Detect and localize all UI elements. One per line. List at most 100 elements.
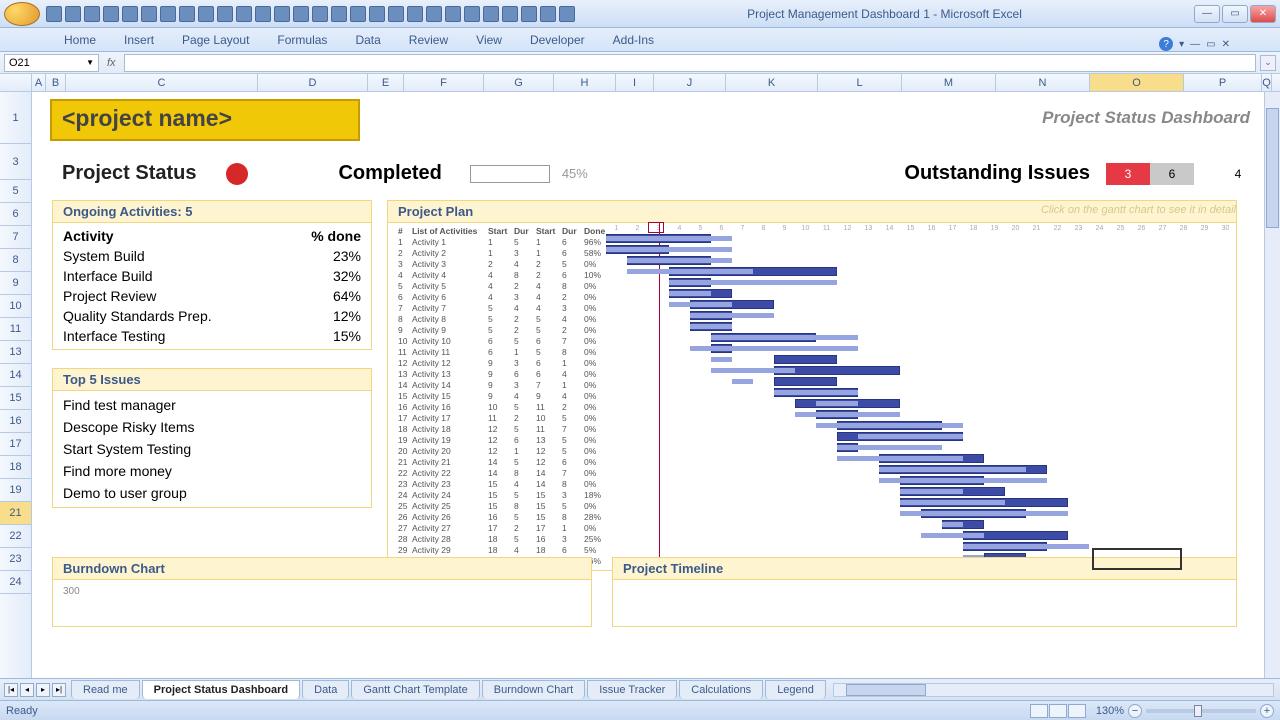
row-header-24[interactable]: 24 — [0, 571, 31, 594]
zoom-thumb[interactable] — [1194, 705, 1202, 717]
row-header-21[interactable]: 21 — [0, 502, 31, 525]
sheet-tab-issue-tracker[interactable]: Issue Tracker — [587, 680, 677, 699]
qat-icon[interactable] — [407, 6, 423, 22]
col-header-D[interactable]: D — [258, 74, 368, 91]
vscroll-thumb[interactable] — [1266, 108, 1279, 228]
qat-icon[interactable] — [122, 6, 138, 22]
row-header-6[interactable]: 6 — [0, 203, 31, 226]
horizontal-scrollbar[interactable] — [833, 683, 1274, 697]
col-header-H[interactable]: H — [554, 74, 616, 91]
ribbon-tab-formulas[interactable]: Formulas — [263, 29, 341, 51]
row-header-9[interactable]: 9 — [0, 272, 31, 295]
sheet-tab-legend[interactable]: Legend — [765, 680, 826, 699]
row-header-8[interactable]: 8 — [0, 249, 31, 272]
row-header-19[interactable]: 19 — [0, 479, 31, 502]
zoom-in-icon[interactable]: + — [1260, 704, 1274, 718]
ribbon-tab-add-ins[interactable]: Add-Ins — [599, 29, 668, 51]
col-header-G[interactable]: G — [484, 74, 554, 91]
row-header-22[interactable]: 22 — [0, 525, 31, 548]
tab-first-icon[interactable]: |◂ — [4, 683, 18, 697]
select-all-button[interactable] — [0, 74, 32, 91]
qat-icon[interactable] — [350, 6, 366, 22]
row-header-23[interactable]: 23 — [0, 548, 31, 571]
ribbon-tab-page-layout[interactable]: Page Layout — [168, 29, 263, 51]
ribbon-tab-insert[interactable]: Insert — [110, 29, 168, 51]
minimize-button[interactable]: — — [1194, 5, 1220, 23]
sheet-tab-gantt-chart-template[interactable]: Gantt Chart Template — [351, 680, 479, 699]
qat-icon[interactable] — [312, 6, 328, 22]
workbook-close-icon[interactable]: ✕ — [1222, 39, 1230, 50]
qat-icon[interactable] — [483, 6, 499, 22]
ribbon-tab-review[interactable]: Review — [395, 29, 462, 51]
project-plan-panel[interactable]: Project Plan # List of Activities Start … — [387, 200, 1237, 571]
col-header-I[interactable]: I — [616, 74, 654, 91]
tab-prev-icon[interactable]: ◂ — [20, 683, 34, 697]
qat-icon[interactable] — [198, 6, 214, 22]
maximize-button[interactable]: ▭ — [1222, 5, 1248, 23]
minimize-ribbon-icon[interactable]: ▾ — [1179, 39, 1184, 50]
normal-view-icon[interactable] — [1030, 704, 1048, 718]
col-header-E[interactable]: E — [368, 74, 404, 91]
qat-icon[interactable] — [141, 6, 157, 22]
qat-icon[interactable] — [274, 6, 290, 22]
sheet-tab-calculations[interactable]: Calculations — [679, 680, 763, 699]
expand-formula-bar-icon[interactable]: ⌄ — [1260, 55, 1276, 71]
ribbon-tab-data[interactable]: Data — [341, 29, 394, 51]
row-header-7[interactable]: 7 — [0, 226, 31, 249]
qat-icon[interactable] — [502, 6, 518, 22]
qat-icon[interactable] — [103, 6, 119, 22]
row-header-10[interactable]: 10 — [0, 295, 31, 318]
sheet-tab-data[interactable]: Data — [302, 680, 349, 699]
close-button[interactable]: ✕ — [1250, 5, 1276, 23]
col-header-A[interactable]: A — [32, 74, 46, 91]
page-layout-view-icon[interactable] — [1049, 704, 1067, 718]
col-header-L[interactable]: L — [818, 74, 902, 91]
vertical-scrollbar[interactable] — [1264, 92, 1280, 678]
col-header-P[interactable]: P — [1184, 74, 1262, 91]
qat-icon[interactable] — [426, 6, 442, 22]
undo-icon[interactable] — [65, 6, 81, 22]
help-icon[interactable]: ? — [1159, 37, 1173, 51]
sheet-tab-burndown-chart[interactable]: Burndown Chart — [482, 680, 586, 699]
zoom-slider[interactable] — [1146, 709, 1256, 713]
row-header-3[interactable]: 3 — [0, 144, 31, 180]
row-header-1[interactable]: 1 — [0, 92, 31, 144]
fx-icon[interactable]: fx — [103, 57, 120, 69]
row-header-16[interactable]: 16 — [0, 410, 31, 433]
col-header-K[interactable]: K — [726, 74, 818, 91]
row-header-13[interactable]: 13 — [0, 341, 31, 364]
qat-icon[interactable] — [293, 6, 309, 22]
hscroll-thumb[interactable] — [846, 684, 926, 696]
qat-icon[interactable] — [559, 6, 575, 22]
sheet-tab-project-status-dashboard[interactable]: Project Status Dashboard — [142, 680, 300, 699]
zoom-level[interactable]: 130% — [1096, 705, 1124, 717]
ribbon-tab-home[interactable]: Home — [50, 29, 110, 51]
worksheet-grid[interactable]: 135678910111314151617181921222324 <proje… — [0, 92, 1280, 678]
qat-icon[interactable] — [255, 6, 271, 22]
col-header-O[interactable]: O — [1090, 74, 1184, 91]
name-box[interactable]: O21▼ — [4, 54, 99, 72]
workbook-restore-icon[interactable]: ▭ — [1206, 39, 1215, 50]
office-button[interactable] — [4, 2, 40, 26]
col-header-N[interactable]: N — [996, 74, 1090, 91]
workbook-min-icon[interactable]: — — [1190, 39, 1200, 50]
col-header-M[interactable]: M — [902, 74, 996, 91]
row-header-11[interactable]: 11 — [0, 318, 31, 341]
ribbon-tab-developer[interactable]: Developer — [516, 29, 599, 51]
tab-next-icon[interactable]: ▸ — [36, 683, 50, 697]
page-break-view-icon[interactable] — [1068, 704, 1086, 718]
qat-icon[interactable] — [445, 6, 461, 22]
qat-icon[interactable] — [217, 6, 233, 22]
col-header-Q[interactable]: Q — [1262, 74, 1272, 91]
qat-icon[interactable] — [369, 6, 385, 22]
qat-icon[interactable] — [160, 6, 176, 22]
qat-icon[interactable] — [331, 6, 347, 22]
qat-icon[interactable] — [236, 6, 252, 22]
redo-icon[interactable] — [84, 6, 100, 22]
tab-last-icon[interactable]: ▸| — [52, 683, 66, 697]
col-header-C[interactable]: C — [66, 74, 258, 91]
col-header-F[interactable]: F — [404, 74, 484, 91]
col-header-B[interactable]: B — [46, 74, 66, 91]
row-header-17[interactable]: 17 — [0, 433, 31, 456]
qat-icon[interactable] — [179, 6, 195, 22]
